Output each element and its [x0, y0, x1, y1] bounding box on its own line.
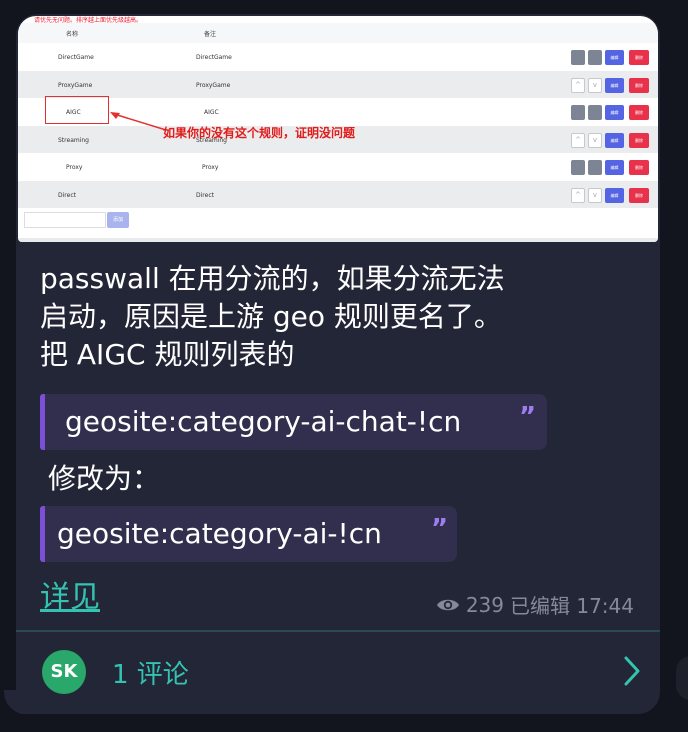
old-rule-text: geosite:category-ai-chat-!cn: [65, 405, 462, 438]
move-down-button[interactable]: [588, 105, 602, 120]
row-remark: ProxyGame: [196, 81, 231, 89]
attached-screenshot[interactable]: 请优先无问题。排序越上面优先级越高。 名称 备注 DirectGame Direc…: [18, 16, 658, 242]
delete-button[interactable]: 删除: [629, 105, 649, 120]
annotation-text: 如果你的没有这个规则，证明没问题: [163, 126, 356, 140]
delete-button[interactable]: 删除: [629, 50, 649, 65]
row-name: ProxyGame: [58, 81, 93, 89]
annotation-arrow: [110, 112, 167, 131]
edited-time: 已编辑 17:44: [510, 594, 634, 618]
delete-button[interactable]: 删除: [629, 160, 649, 175]
edit-button[interactable]: 编辑: [605, 50, 624, 65]
new-rule-quote[interactable]: geosite:category-ai-!cn ”: [40, 506, 457, 562]
side-button: [676, 656, 688, 700]
edit-button[interactable]: 编辑: [605, 77, 624, 93]
delete-button[interactable]: 删除: [629, 132, 649, 148]
table-row: Proxy Proxy 编辑 删除: [18, 153, 658, 180]
message-line-3: 把 AIGC 规则列表的: [40, 338, 295, 371]
row-name: Streaming: [58, 136, 89, 144]
move-up-button[interactable]: [571, 50, 585, 65]
table-row: ProxyGame ProxyGame ^ v 编辑 删除: [18, 70, 658, 98]
eye-icon: [436, 599, 459, 610]
row-remark: AIGC: [204, 109, 219, 116]
message-line-1: passwall 在用分流的，如果分流无法: [40, 262, 505, 295]
message-line-2: 启动，原因是上游 geo 规则更名了。: [40, 300, 502, 333]
row-remark: Direct: [196, 191, 214, 199]
details-link[interactable]: 详见: [40, 572, 100, 616]
header-remark: 备注: [204, 31, 217, 38]
delete-button[interactable]: 删除: [629, 187, 649, 203]
table-row: DirectGame DirectGame 编辑 删除: [18, 43, 658, 70]
move-up-button[interactable]: ^: [571, 132, 585, 148]
move-up-button[interactable]: [571, 160, 585, 175]
edit-button[interactable]: 编辑: [605, 160, 624, 175]
move-up-button[interactable]: ^: [571, 187, 585, 203]
edit-button[interactable]: 编辑: [605, 105, 624, 120]
add-rule-button[interactable]: 添加: [107, 212, 129, 228]
row-name: DirectGame: [58, 54, 94, 61]
move-down-button[interactable]: [588, 160, 602, 175]
row-remark: DirectGame: [196, 54, 232, 61]
move-up-button[interactable]: ^: [571, 77, 585, 93]
comments-divider: [16, 630, 660, 632]
table-row: Direct Direct ^ v 编辑 删除: [18, 180, 658, 208]
message-meta: 239 已编辑 17:44: [436, 590, 634, 619]
header-name: 名称: [66, 31, 79, 38]
quote-icon: ”: [519, 402, 537, 432]
move-down-button[interactable]: v: [588, 132, 602, 148]
row-name: Proxy: [66, 164, 83, 171]
change-to-text: 修改为：: [48, 462, 161, 495]
chevron-right-icon[interactable]: [620, 654, 644, 688]
avatar[interactable]: SK: [42, 650, 86, 694]
comments-link[interactable]: 1 评论: [112, 654, 189, 691]
move-down-button[interactable]: v: [588, 77, 602, 93]
table-header: 名称 备注: [18, 23, 658, 43]
row-name: Direct: [58, 191, 76, 199]
move-down-button[interactable]: [588, 50, 602, 65]
edit-button[interactable]: 编辑: [605, 187, 624, 203]
move-up-button[interactable]: [571, 105, 585, 120]
add-rule-input[interactable]: [24, 212, 106, 228]
bubble-tail: [4, 690, 28, 714]
row-remark: Proxy: [202, 164, 219, 171]
view-count: 239: [465, 592, 504, 617]
screenshot-bottom-strip: [18, 238, 658, 242]
old-rule-quote[interactable]: geosite:category-ai-chat-!cn ”: [40, 394, 547, 450]
new-rule-text: geosite:category-ai-!cn: [57, 517, 382, 550]
delete-button[interactable]: 删除: [629, 77, 649, 93]
highlight-box: [45, 96, 109, 124]
move-down-button[interactable]: v: [588, 187, 602, 203]
edit-button[interactable]: 编辑: [605, 132, 624, 148]
quote-icon: ”: [431, 514, 449, 544]
